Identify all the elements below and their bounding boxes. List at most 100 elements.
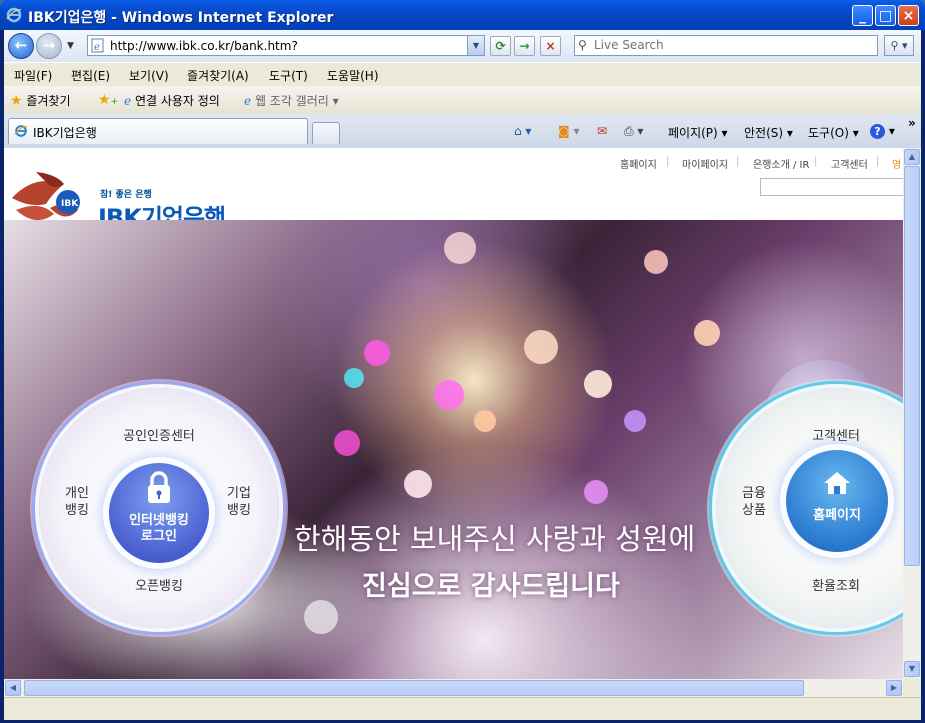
vertical-scroll-thumb[interactable]: [904, 166, 920, 566]
scroll-down-icon[interactable]: ▼: [904, 661, 920, 677]
wheel-corporate-banking[interactable]: 기업 뱅킹: [219, 485, 259, 519]
tools-menu-label: 도구(O): [808, 126, 849, 140]
fav-link-label: 연결 사용자 정의: [134, 94, 220, 108]
wheel-customer-center[interactable]: 고객센터: [786, 428, 886, 445]
search-icon: ⚲: [578, 38, 587, 52]
slogan-line-2: 진심으로 감사드립니다: [362, 571, 620, 602]
top-link-english[interactable]: 영: [892, 156, 901, 171]
menu-favorites[interactable]: 즐겨찾기(A): [187, 67, 249, 84]
top-link-customer-center[interactable]: 고객센터: [831, 156, 868, 171]
maximize-button[interactable]: □: [875, 5, 896, 26]
scroll-right-icon[interactable]: ▶: [886, 680, 902, 696]
history-dropdown-icon[interactable]: ▼: [67, 41, 74, 51]
read-mail-icon[interactable]: ✉: [597, 124, 607, 138]
minimize-button[interactable]: _: [852, 5, 873, 26]
help-menu[interactable]: ? ▾: [870, 124, 895, 139]
wheel-personal-banking[interactable]: 개인 뱅킹: [57, 485, 97, 519]
menu-file[interactable]: 파일(F): [14, 67, 52, 84]
homepage-button[interactable]: 홈페이지: [786, 450, 888, 552]
bokeh-light: [364, 340, 390, 366]
lock-icon: [148, 471, 170, 503]
hero-banner: 공인인증센터 개인 뱅킹 기업 뱅킹 오픈뱅킹 인터넷뱅킹 로그인 고객센터 금…: [4, 220, 903, 679]
menu-edit[interactable]: 편집(E): [71, 67, 110, 84]
svg-text:e: e: [94, 42, 100, 53]
right-menu-wheel: 고객센터 금융 상품 환율조회 홈페이지: [716, 388, 903, 628]
vertical-scrollbar[interactable]: ▲ ▼: [903, 148, 921, 679]
bokeh-light: [694, 320, 720, 346]
tools-menu[interactable]: 도구(O) ▾: [808, 124, 859, 141]
fav-web-slice-gallery[interactable]: e 웹 조각 갤러리 ▾: [244, 92, 339, 109]
homepage-label: 홈페이지: [813, 508, 861, 523]
go-button[interactable]: →: [514, 36, 535, 56]
wheel-open-banking[interactable]: 오픈뱅킹: [39, 578, 279, 595]
site-search-input[interactable]: [760, 178, 903, 196]
internet-banking-login-button[interactable]: 인터넷뱅킹 로그인: [109, 463, 209, 563]
bokeh-light: [624, 410, 646, 432]
status-bar: [4, 697, 921, 720]
favorites-button[interactable]: ★ 즐겨찾기: [10, 92, 71, 109]
tab-label: IBK기업은행: [33, 126, 97, 140]
back-button[interactable]: ←: [8, 33, 34, 59]
svg-text:IBK: IBK: [61, 199, 79, 209]
bokeh-light: [524, 330, 558, 364]
tab-bar: IBK기업은행 ⌂ ▾ ◙ ▾ ✉ ⎙ ▾ 페이지(P) ▾ 안전(S) ▾ 도…: [4, 114, 921, 148]
live-search-box[interactable]: ⚲: [574, 35, 878, 56]
scroll-up-icon[interactable]: ▲: [904, 149, 920, 165]
address-dropdown-icon[interactable]: ▼: [467, 36, 484, 55]
title-bar: IBK기업은행 - Windows Internet Explorer _ □ …: [0, 0, 925, 30]
close-button[interactable]: ×: [898, 5, 919, 26]
ie-page-icon: e: [244, 94, 252, 108]
wheel-exchange-rate[interactable]: 환율조회: [786, 578, 886, 595]
scroll-corner: [903, 679, 921, 697]
house-icon: [824, 472, 850, 494]
scroll-left-icon[interactable]: ◀: [5, 680, 21, 696]
top-link-home[interactable]: 홈페이지: [620, 156, 657, 171]
print-icon[interactable]: ⎙ ▾: [624, 124, 643, 139]
page-menu-label: 페이지(P): [668, 126, 718, 140]
safety-menu[interactable]: 안전(S) ▾: [744, 124, 793, 141]
star-icon: ★: [10, 93, 23, 109]
page-menu[interactable]: 페이지(P) ▾: [668, 124, 728, 141]
top-link-mypage[interactable]: 마이페이지: [682, 156, 728, 171]
home-icon[interactable]: ⌂ ▾: [514, 124, 531, 138]
url-text[interactable]: http://www.ibk.co.kr/bank.htm?: [110, 39, 298, 53]
fav-link-label: 웹 조각 갤러리 ▾: [254, 94, 339, 108]
browser-window: IBK기업은행 - Windows Internet Explorer _ □ …: [0, 0, 925, 723]
wheel-cert-center[interactable]: 공인인증센터: [39, 428, 279, 445]
ie-logo-icon: [6, 7, 22, 23]
slogan-line-1: 한해동안 보내주신 사랑과 성원에: [294, 522, 696, 556]
bokeh-light: [304, 600, 338, 634]
bokeh-light: [474, 410, 496, 432]
feeds-icon[interactable]: ◙ ▾: [558, 124, 580, 138]
ie-page-icon: e: [91, 38, 104, 53]
bokeh-light: [344, 368, 364, 388]
chevron-more-icon[interactable]: »: [908, 116, 916, 130]
window-title: IBK기업은행 - Windows Internet Explorer: [28, 10, 334, 26]
menu-view[interactable]: 보기(V): [129, 67, 169, 84]
tab-ibk[interactable]: IBK기업은행: [8, 118, 308, 144]
menu-tools[interactable]: 도구(T): [269, 67, 308, 84]
address-bar[interactable]: e http://www.ibk.co.kr/bank.htm? ▼: [87, 35, 485, 56]
help-icon: ?: [870, 124, 885, 139]
horizontal-scrollbar[interactable]: ◀ ▶: [4, 679, 903, 697]
horizontal-scroll-thumb[interactable]: [24, 680, 804, 696]
live-search-input[interactable]: [594, 37, 864, 53]
compatibility-icon[interactable]: ⟳: [490, 36, 511, 56]
wheel-financial-products[interactable]: 금융 상품: [734, 485, 774, 519]
top-link-about-ir[interactable]: 은행소개 / IR: [753, 156, 809, 171]
bokeh-light: [434, 380, 464, 410]
address-row: ← → ▼ e http://www.ibk.co.kr/bank.htm? ▼…: [4, 30, 921, 62]
bokeh-light: [584, 480, 608, 504]
add-favorite-icon[interactable]: ★+: [98, 92, 118, 108]
bokeh-light: [404, 470, 432, 498]
stop-button[interactable]: ×: [540, 36, 561, 56]
login-label: 인터넷뱅킹 로그인: [129, 513, 189, 544]
new-tab-button[interactable]: [312, 122, 340, 144]
favorites-label: 즐겨찾기: [26, 94, 71, 108]
search-go-button[interactable]: ⚲ ▾: [884, 35, 914, 56]
menu-help[interactable]: 도움말(H): [327, 67, 379, 84]
left-menu-wheel: 공인인증센터 개인 뱅킹 기업 뱅킹 오픈뱅킹 인터넷뱅킹 로그인: [39, 388, 279, 628]
browser-chrome: ← → ▼ e http://www.ibk.co.kr/bank.htm? ▼…: [4, 30, 921, 148]
forward-button[interactable]: →: [36, 33, 62, 59]
fav-link-customize[interactable]: e 연결 사용자 정의: [124, 92, 220, 109]
